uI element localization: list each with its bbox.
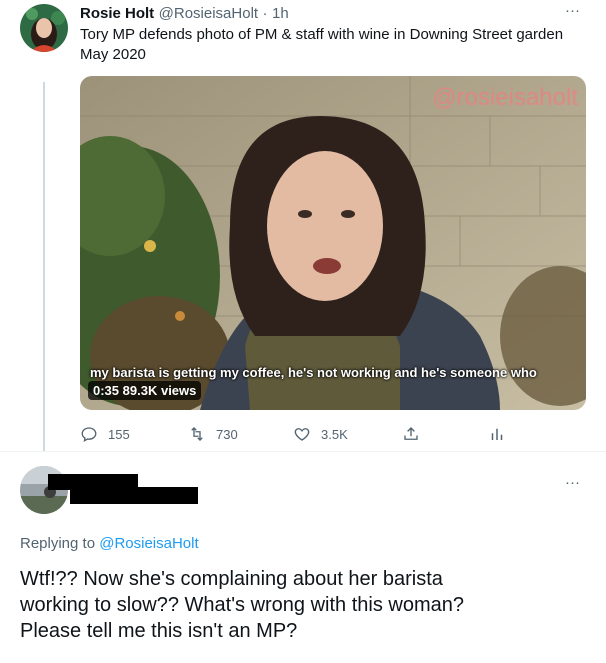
video-frame — [80, 76, 586, 410]
header-separator: · — [262, 5, 268, 22]
redacted-handle-bar — [70, 487, 198, 504]
heart-icon — [294, 428, 310, 441]
reply-icon — [81, 427, 97, 443]
tweet-text-line-2: May 2020 — [80, 46, 146, 63]
tweet-time[interactable]: 1h — [272, 5, 289, 22]
reply-text: Wtf!?? Now she's complaining about her b… — [20, 566, 590, 644]
author-handle[interactable]: @RosieisaHolt — [159, 5, 258, 22]
video-views: 89.3K views — [122, 383, 197, 398]
reply-text-line-1: Wtf!?? Now she's complaining about her b… — [20, 568, 443, 590]
tweet-video[interactable]: @rosieisaholt my barista is getting my c… — [80, 76, 586, 410]
tweet-divider — [0, 451, 606, 452]
reply-more-icon[interactable]: ··· — [565, 474, 580, 491]
share-icon[interactable] — [402, 425, 420, 448]
reply-text-line-3: Please tell me this isn't an MP? — [20, 620, 298, 642]
thread-connector-line — [43, 82, 45, 452]
like-count: 3.5K — [321, 426, 348, 442]
retweet-count: 730 — [216, 426, 238, 442]
video-watermark: @rosieisaholt — [432, 84, 578, 111]
author-name[interactable]: Rosie Holt — [80, 5, 154, 22]
reply-count: 155 — [108, 426, 130, 442]
replying-to: Replying to @RosieisaHolt — [20, 535, 199, 552]
tweet-text-line-1: Tory MP defends photo of PM & staff with… — [80, 26, 564, 43]
action-reply[interactable]: 155 — [80, 425, 130, 443]
tweet-text: Tory MP defends photo of PM & staff with… — [80, 25, 580, 65]
video-duration: 0:35 — [93, 383, 120, 398]
action-like[interactable]: 3.5K — [293, 425, 348, 443]
author-avatar[interactable] — [20, 4, 68, 52]
action-retweet[interactable]: 730 — [188, 425, 238, 443]
reply-text-line-2: working to slow?? What's wrong with this… — [20, 594, 465, 616]
video-caption: my barista is getting my coffee, he's no… — [90, 365, 537, 380]
replying-to-handle-link[interactable]: @RosieisaHolt — [99, 535, 198, 552]
replying-to-prefix: Replying to — [20, 535, 96, 552]
tweet-header: Rosie Holt @RosieisaHolt · 1h — [80, 5, 289, 23]
analytics-icon[interactable] — [488, 425, 506, 448]
tweet-more-icon[interactable]: ··· — [565, 2, 580, 19]
retweet-icon — [191, 427, 203, 441]
video-duration-badge: 0:35 89.3K views — [88, 381, 202, 400]
